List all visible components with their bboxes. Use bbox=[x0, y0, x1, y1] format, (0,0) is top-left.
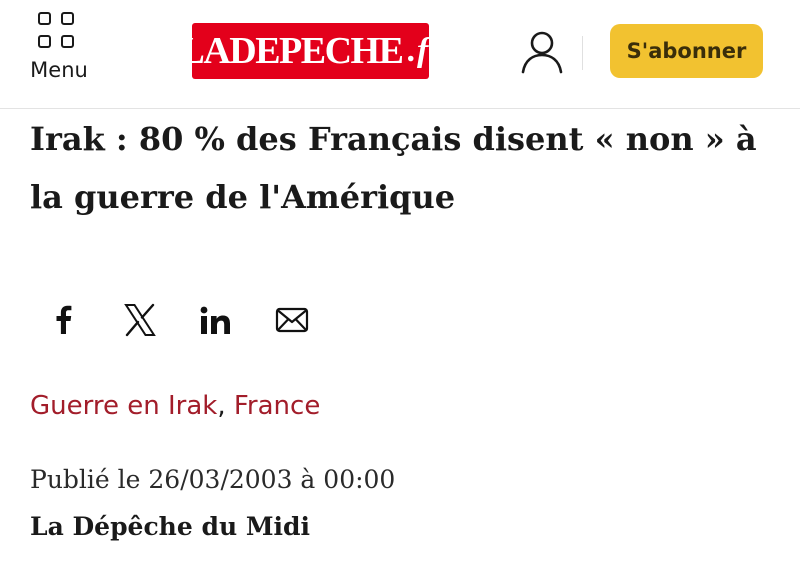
tag-link-guerre-en-irak[interactable]: Guerre en Irak bbox=[30, 391, 217, 421]
tag-link-france[interactable]: France bbox=[234, 391, 320, 421]
linkedin-icon bbox=[200, 306, 230, 334]
site-logo[interactable]: LADEPECHE. fr bbox=[179, 23, 442, 79]
user-icon bbox=[521, 31, 563, 74]
account-button[interactable] bbox=[516, 28, 568, 76]
site-header: Menu LADEPECHE. fr S'abonner bbox=[0, 0, 800, 109]
tag-separator: , bbox=[217, 391, 226, 421]
logo-suffix: fr bbox=[416, 32, 442, 69]
share-linkedin-button[interactable] bbox=[196, 300, 236, 340]
header-divider bbox=[582, 36, 583, 70]
email-icon bbox=[275, 307, 309, 333]
share-facebook-button[interactable] bbox=[44, 300, 84, 340]
subscribe-button[interactable]: S'abonner bbox=[610, 24, 763, 78]
article-title: Irak : 80 % des Français disent « non » … bbox=[30, 120, 757, 216]
menu-grid-icon bbox=[38, 12, 78, 52]
facebook-icon bbox=[56, 305, 72, 334]
publication-date: Publié le 26/03/2003 à 00:00 bbox=[30, 465, 396, 494]
share-x-button[interactable] bbox=[120, 300, 160, 340]
share-email-button[interactable] bbox=[272, 300, 312, 340]
article-author: La Dépêche du Midi bbox=[30, 512, 310, 541]
article-tags: Guerre en Irak, France bbox=[30, 386, 320, 426]
menu-label: Menu bbox=[30, 58, 88, 82]
logo-dot: . bbox=[406, 32, 415, 69]
x-icon bbox=[124, 303, 156, 337]
logo-main-text: LADEPECHE bbox=[179, 30, 403, 72]
menu-button[interactable]: Menu bbox=[22, 10, 96, 86]
